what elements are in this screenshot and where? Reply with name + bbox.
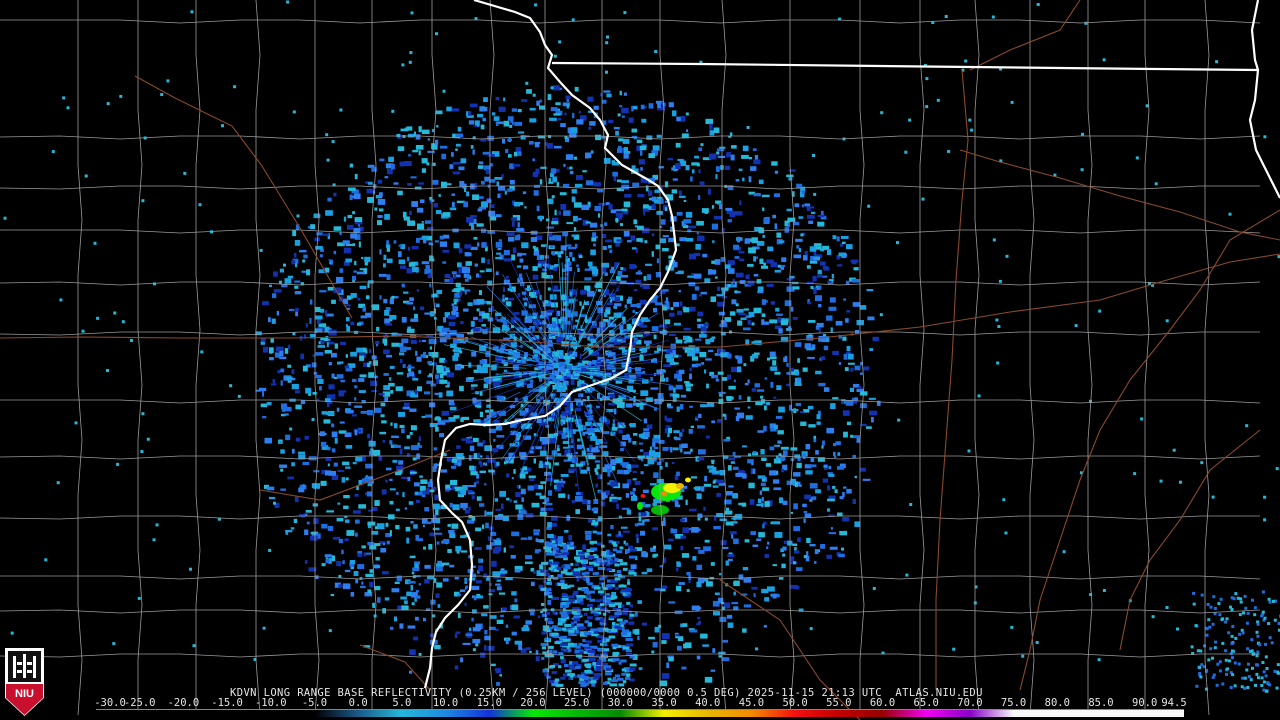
colorscale-bar (96, 709, 1184, 717)
colorscale-tick: 5.0 (392, 697, 412, 709)
colorscale-tick: 75.0 (1000, 697, 1027, 709)
colorscale-tick: 45.0 (738, 697, 765, 709)
colorscale-tick: 70.0 (957, 697, 983, 709)
colorscale-tick: 55.0 (826, 697, 852, 709)
colorscale-tick: 25.0 (563, 697, 590, 709)
colorscale-tick: 50.0 (782, 697, 808, 709)
radar-map[interactable] (0, 0, 1280, 720)
colorscale-tick: 60.0 (869, 697, 896, 709)
colorscale-tick: 20.0 (520, 697, 546, 709)
colorscale-tick: 10.0 (432, 697, 459, 709)
colorscale-tick: -20.0 (167, 697, 200, 709)
colorscale-tick: 30.0 (607, 697, 633, 709)
colorscale-tick: -30.0 (94, 697, 126, 709)
colorscale-tick: -10.0 (254, 697, 287, 709)
colorscale-tick: -15.0 (211, 697, 243, 709)
colorscale-tick: 85.0 (1088, 697, 1114, 709)
colorscale-tick: 80.0 (1044, 697, 1070, 709)
colorscale-tick: 40.0 (695, 697, 721, 709)
colorscale-tick: -25.0 (123, 697, 156, 709)
colorscale-tick: 94.5 (1161, 697, 1187, 709)
colorscale-tick: 15.0 (476, 697, 502, 709)
colorscale-tick: 35.0 (651, 697, 677, 709)
colorscale-tick: -5.0 (301, 697, 328, 709)
colorscale-tick: 90.0 (1132, 697, 1158, 709)
colorscale-ticks: -30.0 -25.0 -20.0 -15.0 -10.0 -5.0 0.0 5.0 10.0 1… (0, 697, 1280, 709)
colorscale-tick: 0.0 (348, 697, 368, 709)
colorscale-tick: 65.0 (913, 697, 939, 709)
